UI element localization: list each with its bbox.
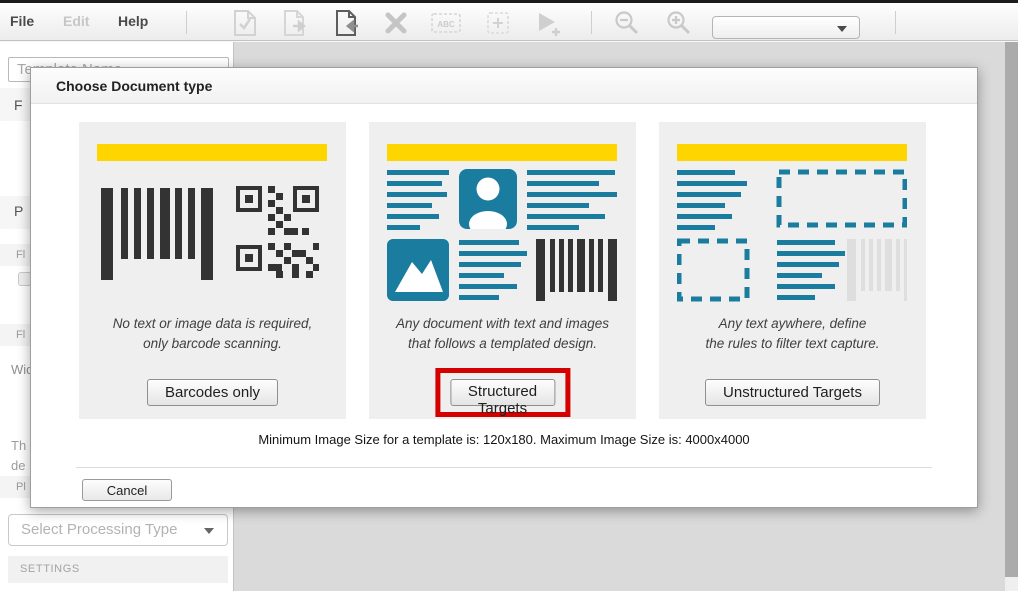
sidebar-sublabel-fl-2: Fl <box>16 329 25 341</box>
zoom-out-button[interactable] <box>610 8 644 38</box>
faded-barcode-glyph <box>847 239 907 301</box>
menu-file[interactable]: File <box>10 3 34 40</box>
toolbar-separator <box>186 11 187 34</box>
card-description-line: that follows a templated design. <box>369 334 636 354</box>
text-capture-area-icon: ABC <box>430 11 462 35</box>
sidebar-section-label-p: P <box>14 203 23 219</box>
card-description: Any document with text and images that f… <box>369 314 636 354</box>
zoom-in-icon <box>666 10 692 36</box>
processing-type-dropdown[interactable]: Select Processing Type <box>8 514 228 546</box>
card-description: No text or image data is required, only … <box>79 314 346 354</box>
export-document-button[interactable] <box>280 8 314 38</box>
barcodes-illustration <box>97 144 327 304</box>
run-pointer-button[interactable] <box>532 8 566 38</box>
menu-edit: Edit <box>63 3 89 40</box>
sidebar-description-line: Th <box>11 438 26 453</box>
card-description-line: No text or image data is required, <box>79 314 346 334</box>
validate-document-icon <box>232 9 258 37</box>
card-description-line: Any document with text and images <box>369 314 636 334</box>
toolbar: File Edit Help ABC <box>0 3 1018 41</box>
doc-type-card-unstructured: Any text aywhere, define the rules to fi… <box>659 122 926 419</box>
export-document-icon <box>283 9 311 37</box>
add-area-button[interactable] <box>481 8 515 38</box>
import-document-button[interactable] <box>330 8 364 38</box>
dashed-region-rect <box>779 172 905 225</box>
doc-type-card-barcodes: No text or image data is required, only … <box>79 122 346 419</box>
abc-label: ABC <box>437 20 455 29</box>
zoom-in-button[interactable] <box>662 8 696 38</box>
unstructured-targets-button[interactable]: Unstructured Targets <box>705 379 880 406</box>
validate-document-button[interactable] <box>228 8 262 38</box>
barcodes-only-button[interactable]: Barcodes only <box>147 379 278 406</box>
unstructured-document-illustration <box>677 144 907 304</box>
chevron-down-icon <box>837 26 847 32</box>
toolbar-separator <box>591 11 592 34</box>
delete-button[interactable] <box>379 8 413 38</box>
card-description-line: the rules to filter text capture. <box>659 334 926 354</box>
choose-document-type-dialog: Choose Document type <box>30 67 978 508</box>
sidebar-description-line: de <box>11 458 25 473</box>
dialog-divider <box>76 467 932 468</box>
sidebar-sublabel-pl: Pl <box>16 481 26 493</box>
doc-type-card-structured: Any document with text and images that f… <box>369 122 636 419</box>
dialog-header: Choose Document type <box>31 68 977 104</box>
vertical-scrollbar[interactable] <box>1005 42 1018 577</box>
import-document-icon <box>333 9 361 37</box>
scrollbar-corner <box>1005 577 1018 591</box>
settings-section-header[interactable]: SETTINGS <box>8 556 228 583</box>
toolbar-separator <box>895 11 896 34</box>
barcode-glyph <box>536 239 617 301</box>
sidebar-sublabel-fl-1: Fl <box>16 249 25 261</box>
card-description-line: Any text aywhere, define <box>659 314 926 334</box>
dashed-region-square <box>679 241 747 299</box>
card-description: Any text aywhere, define the rules to fi… <box>659 314 926 354</box>
toolbar-dropdown[interactable] <box>712 16 860 39</box>
red-highlight-box: Structured Targets <box>435 368 570 417</box>
dialog-title: Choose Document type <box>31 68 977 104</box>
delete-icon <box>384 11 408 35</box>
run-pointer-icon <box>535 10 563 36</box>
structured-document-illustration <box>387 144 617 304</box>
menu-help[interactable]: Help <box>118 3 148 40</box>
add-area-icon <box>485 10 511 36</box>
zoom-out-icon <box>614 10 640 36</box>
text-capture-area-button[interactable]: ABC <box>429 8 463 38</box>
processing-type-value: Select Processing Type <box>21 521 177 538</box>
structured-targets-button[interactable]: Structured Targets <box>450 379 555 406</box>
sidebar-section-label-f: F <box>14 97 23 113</box>
card-description-line: only barcode scanning. <box>79 334 346 354</box>
cancel-button[interactable]: Cancel <box>82 479 172 501</box>
chevron-down-icon <box>204 528 214 534</box>
image-size-note: Minimum Image Size for a template is: 12… <box>31 432 977 447</box>
